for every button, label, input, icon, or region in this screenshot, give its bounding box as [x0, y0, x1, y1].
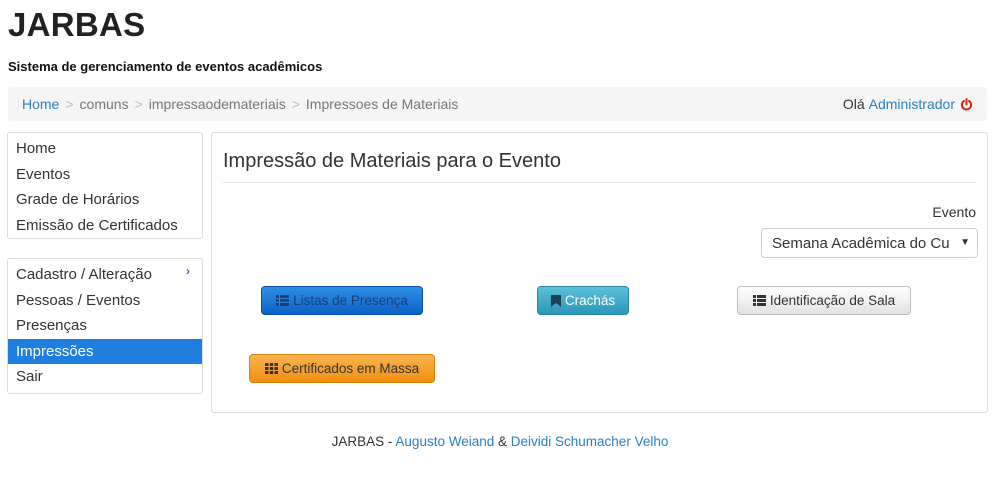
mass-certificates-label: Certificados em Massa: [281, 361, 420, 376]
breadcrumb-separator: >: [291, 96, 300, 112]
event-label: Evento: [932, 204, 976, 220]
menu-item-pessoas-eventos[interactable]: Pessoas / Eventos: [8, 288, 202, 314]
main-panel: Impressão de Materiais para o Evento Eve…: [211, 132, 988, 413]
list-icon: [276, 295, 290, 306]
app-title: JARBAS: [8, 6, 146, 43]
breadcrumb-item-impressaodemateriais: impressaodemateriais: [148, 96, 286, 112]
breadcrumb: Home > comuns > impressaodemateriais > I…: [8, 87, 987, 121]
page-title: Impressão de Materiais para o Evento: [223, 150, 561, 172]
menu-item-sair[interactable]: Sair: [8, 364, 202, 390]
mass-certificates-button[interactable]: Certificados em Massa: [249, 354, 435, 383]
breadcrumb-item-comuns: comuns: [79, 96, 129, 112]
menu-item-cadastro-label: Cadastro / Alteração: [16, 266, 152, 284]
menu-item-cadastro[interactable]: Cadastro / Alteração ›: [8, 262, 202, 288]
footer-author-link-1[interactable]: Augusto Weiand: [395, 434, 494, 449]
menu-item-impressoes[interactable]: Impressões: [8, 338, 202, 364]
admin-menu: Cadastro / Alteração › Pessoas / Eventos…: [7, 258, 203, 394]
room-id-button[interactable]: Identificação de Sala: [737, 286, 911, 315]
breadcrumb-separator: >: [65, 96, 74, 112]
badges-button[interactable]: Crachás: [537, 286, 629, 315]
breadcrumb-home-link[interactable]: Home: [22, 96, 59, 112]
footer: JARBAS - Augusto Weiand & Deividi Schuma…: [0, 434, 1000, 449]
user-greeting: Olá: [842, 96, 865, 112]
footer-prefix: JARBAS -: [331, 434, 396, 449]
event-select-value: Semana Acadêmica do Cu: [772, 234, 950, 252]
divider: [223, 182, 976, 183]
menu-item-emissao-certificados[interactable]: Emissão de Certificados: [8, 213, 202, 239]
footer-author-link-2[interactable]: Deividi Schumacher Velho: [511, 434, 669, 449]
power-icon[interactable]: [960, 97, 973, 111]
footer-ampersand: &: [494, 434, 511, 449]
menu-item-grade-horarios[interactable]: Grade de Horários: [8, 187, 202, 213]
presence-lists-label: Listas de Presença: [293, 293, 408, 308]
menu-item-home[interactable]: Home: [8, 136, 202, 162]
room-id-label: Identificação de Sala: [769, 293, 896, 308]
chevron-right-icon: ›: [186, 264, 190, 278]
main-menu: Home Eventos Grade de Horários Emissão d…: [7, 132, 203, 239]
breadcrumb-separator: >: [134, 96, 143, 112]
badges-label: Crachás: [564, 293, 616, 308]
breadcrumb-item-current: Impressoes de Materiais: [305, 96, 459, 112]
menu-item-presencas[interactable]: Presenças: [8, 313, 202, 339]
app-subtitle: Sistema de gerenciamento de eventos acad…: [8, 59, 323, 74]
grid-icon: [264, 363, 278, 374]
list-icon: [752, 295, 766, 306]
presence-lists-button[interactable]: Listas de Presença: [261, 286, 423, 315]
caret-down-icon: ▼: [960, 237, 970, 248]
menu-item-eventos[interactable]: Eventos: [8, 162, 202, 188]
event-select[interactable]: Semana Acadêmica do Cu ▼: [761, 228, 978, 258]
bookmark-icon: [550, 294, 561, 307]
user-name-link[interactable]: Administrador: [869, 96, 955, 112]
user-area: Olá Administrador: [843, 96, 973, 112]
